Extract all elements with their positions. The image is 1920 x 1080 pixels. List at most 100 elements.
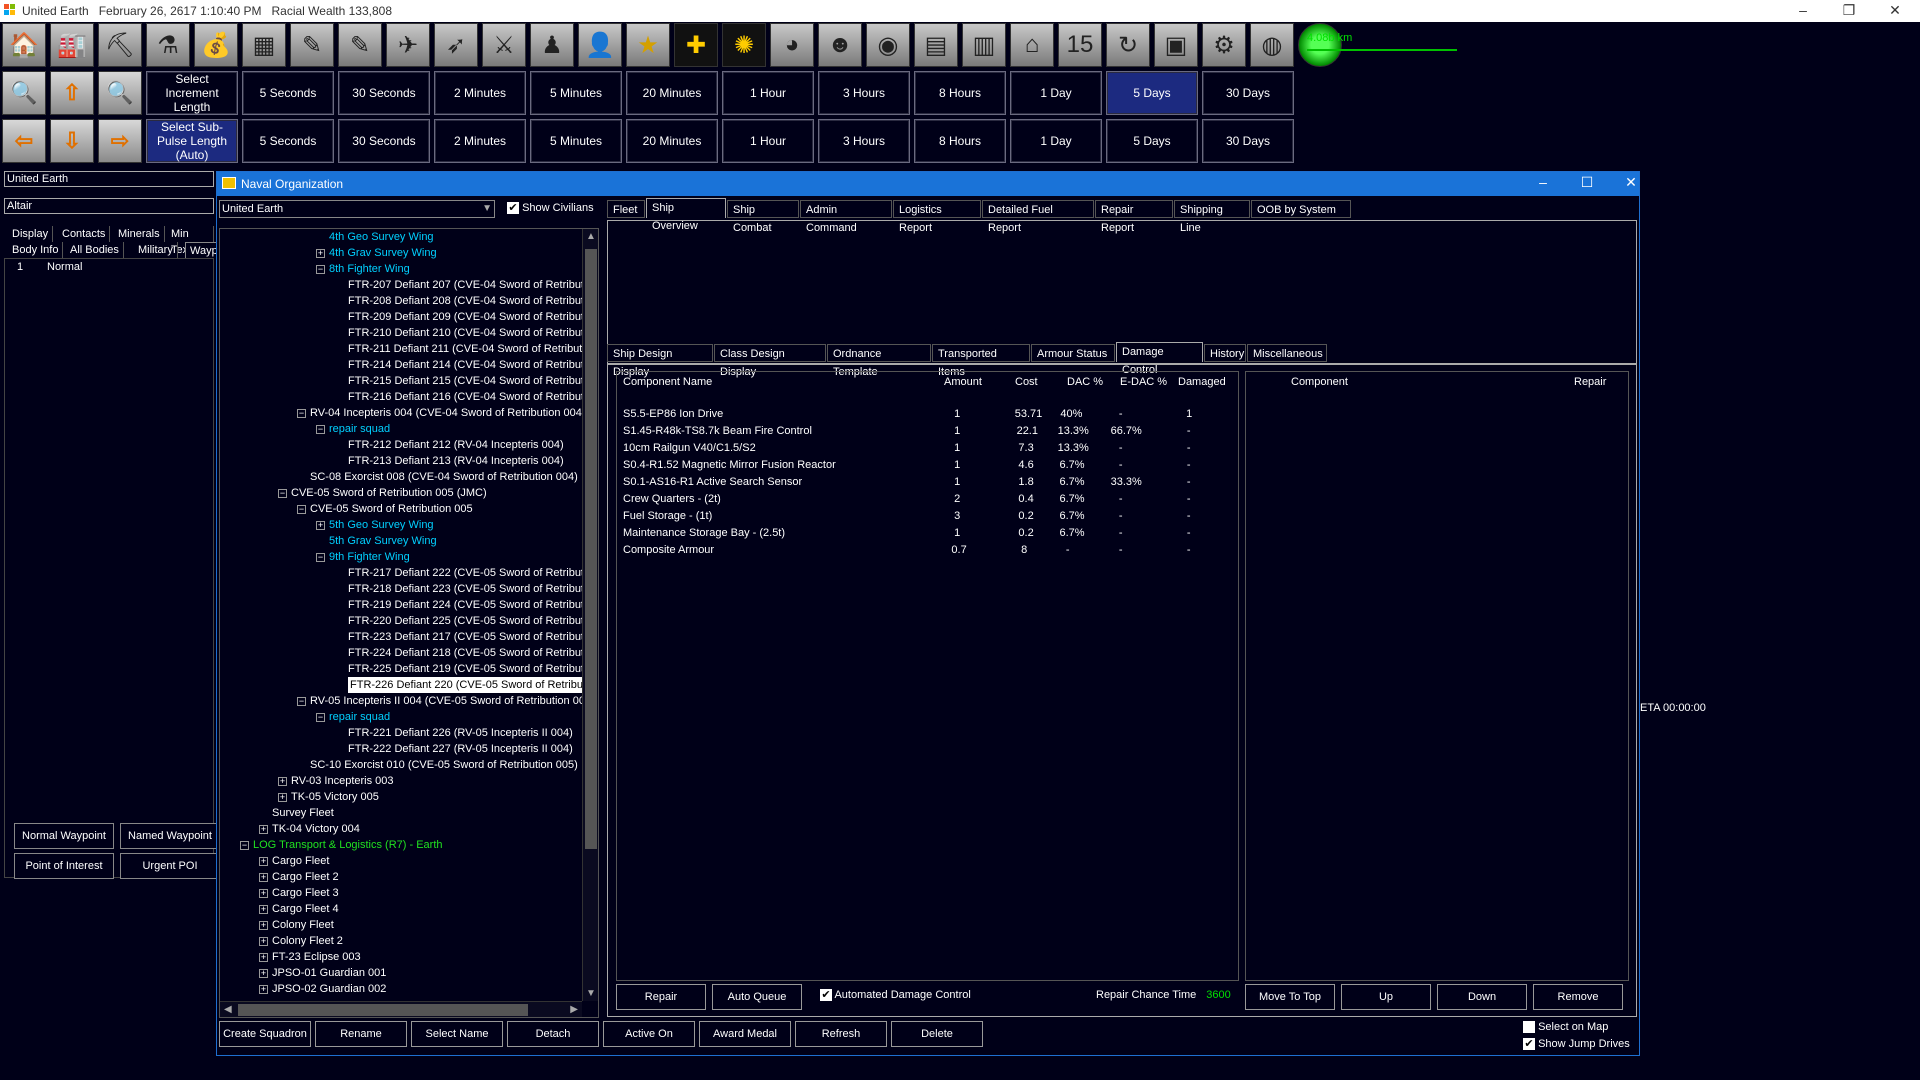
normal-waypoint-button[interactable]: Normal Waypoint bbox=[14, 823, 114, 849]
tree-vscroll-thumb[interactable] bbox=[585, 249, 597, 849]
tab-ordnance-template[interactable]: Ordnance Template bbox=[827, 344, 931, 378]
subpulse-5-seconds-button[interactable]: 5 Seconds bbox=[242, 119, 334, 163]
tree-node[interactable]: FTR-215 Defiant 215 (CVE-04 Sword of Ret… bbox=[348, 373, 598, 389]
collapse-icon[interactable]: − bbox=[316, 712, 325, 722]
collapse-icon[interactable]: − bbox=[316, 264, 325, 274]
pan-left-icon[interactable]: ⇦ bbox=[2, 119, 46, 163]
tree-node[interactable]: FTR-219 Defiant 224 (CVE-05 Sword of Ret… bbox=[348, 597, 598, 613]
industry-icon[interactable]: 🏭 bbox=[50, 23, 94, 67]
tree-node[interactable]: SC-08 Exorcist 008 (CVE-04 Sword of Retr… bbox=[310, 469, 578, 485]
system-field[interactable]: Altair bbox=[4, 198, 214, 214]
naval-maximize-button[interactable]: ☐ bbox=[1567, 174, 1607, 191]
tree-node[interactable]: + TK-05 Victory 005 bbox=[278, 789, 379, 805]
remove-button[interactable]: Remove bbox=[1533, 984, 1623, 1010]
ground-units-icon[interactable]: ▦ bbox=[242, 23, 286, 67]
tree-node[interactable]: −8th Fighter Wing bbox=[316, 261, 410, 277]
table-row[interactable]: 10cm Railgun V40/C1.5/S2 1 7.3 13.3% - - bbox=[617, 440, 1237, 457]
tree-node[interactable]: FTR-212 Defiant 212 (RV-04 Incepteris 00… bbox=[348, 437, 564, 453]
tree-node[interactable]: FTR-218 Defiant 223 (CVE-05 Sword of Ret… bbox=[348, 581, 598, 597]
tab-armour-status[interactable]: Armour Status bbox=[1031, 344, 1115, 362]
tab-logistics-report[interactable]: Logistics Report bbox=[893, 200, 981, 234]
government-icon[interactable]: ⌂ bbox=[1010, 23, 1054, 67]
show-civilians-toggle[interactable]: ✔ Show Civilians bbox=[507, 202, 594, 215]
minimize-button[interactable]: – bbox=[1780, 0, 1826, 22]
increment-3-hours-button[interactable]: 3 Hours bbox=[818, 71, 910, 115]
tab-damage-control[interactable]: Damage Control bbox=[1116, 342, 1203, 376]
subpulse-1-hour-button[interactable]: 1 Hour bbox=[722, 119, 814, 163]
subpulse-30-seconds-button[interactable]: 30 Seconds bbox=[338, 119, 430, 163]
tab-ship-combat[interactable]: Ship Combat bbox=[727, 200, 799, 234]
tree-node[interactable]: − repair squad bbox=[316, 421, 390, 437]
subpulse-5-days-button[interactable]: 5 Days bbox=[1106, 119, 1198, 163]
wealth-icon[interactable]: 💰 bbox=[194, 23, 238, 67]
tree-node[interactable]: 5th Grav Survey Wing bbox=[329, 533, 437, 549]
increment-5-days-button[interactable]: 5 Days bbox=[1106, 71, 1198, 115]
tree-node[interactable]: FTR-209 Defiant 209 (CVE-04 Sword of Ret… bbox=[348, 309, 598, 325]
sector-icon[interactable]: ◉ bbox=[866, 23, 910, 67]
table-row[interactable]: S0.4-R1.52 Magnetic Mirror Fusion Reacto… bbox=[617, 457, 1237, 474]
expand-icon[interactable]: + bbox=[259, 872, 268, 882]
urgent-poi-button[interactable]: Urgent POI bbox=[120, 853, 220, 879]
expand-icon[interactable]: + bbox=[278, 792, 287, 802]
collapse-icon[interactable]: − bbox=[297, 504, 306, 514]
zoom-in-icon[interactable]: 🔍 bbox=[2, 71, 46, 115]
left-tab-all-bodies[interactable]: All Bodies bbox=[66, 242, 124, 258]
tree-node[interactable]: − LOG Transport & Logistics (R7) - Earth bbox=[240, 837, 443, 853]
award-medal-button[interactable]: Award Medal bbox=[699, 1021, 791, 1047]
medals-icon[interactable]: 👤 bbox=[578, 23, 622, 67]
select-on-map-toggle[interactable]: Select on Map bbox=[1523, 1021, 1608, 1034]
subpulse-5-minutes-button[interactable]: 5 Minutes bbox=[530, 119, 622, 163]
expand-icon[interactable]: + bbox=[278, 776, 287, 786]
move-down-button[interactable]: Down bbox=[1437, 984, 1527, 1010]
tree-node[interactable]: + Cargo Fleet 4 bbox=[259, 901, 339, 917]
refresh-button[interactable]: Refresh bbox=[795, 1021, 887, 1047]
tree-node[interactable]: 4th Geo Survey Wing bbox=[329, 229, 434, 245]
tree-node[interactable]: + TK-04 Victory 004 bbox=[259, 821, 360, 837]
collapse-icon[interactable]: − bbox=[297, 696, 306, 706]
scroll-right-icon[interactable]: ▶ bbox=[570, 1004, 578, 1015]
colony-icon[interactable]: 🏠 bbox=[2, 23, 46, 67]
delete-button[interactable]: Delete bbox=[891, 1021, 983, 1047]
show-jump-drives-checkbox[interactable]: ✔ bbox=[1523, 1038, 1535, 1051]
collapse-icon[interactable]: − bbox=[278, 488, 287, 498]
show-jump-drives-toggle[interactable]: ✔ Show Jump Drives bbox=[1523, 1038, 1630, 1051]
tab-admin-command[interactable]: Admin Command bbox=[800, 200, 892, 234]
subpulse-8-hours-button[interactable]: 8 Hours bbox=[914, 119, 1006, 163]
tab-shipping-line[interactable]: Shipping Line bbox=[1174, 200, 1250, 234]
planet-icon[interactable]: ◍ bbox=[1250, 23, 1294, 67]
tree-node[interactable]: + Colony Fleet 2 bbox=[259, 933, 343, 949]
tree-node[interactable]: FTR-222 Defiant 227 (RV-05 Incepteris II… bbox=[348, 741, 573, 757]
scroll-left-icon[interactable]: ◀ bbox=[224, 1004, 232, 1015]
restore-button[interactable]: ❐ bbox=[1826, 0, 1872, 22]
settings-icon[interactable]: ⚙ bbox=[1202, 23, 1246, 67]
intel-icon[interactable]: ▥ bbox=[962, 23, 1006, 67]
left-tab-military[interactable]: Military bbox=[134, 242, 178, 258]
show-civilians-checkbox[interactable]: ✔ bbox=[507, 202, 519, 215]
move-up-button[interactable]: Up bbox=[1341, 984, 1431, 1010]
select-name-button[interactable]: Select Name bbox=[411, 1021, 503, 1047]
tree-node[interactable]: SC-10 Exorcist 010 (CVE-05 Sword of Retr… bbox=[310, 757, 578, 773]
table-row[interactable]: Fuel Storage - (1t) 3 0.2 6.7% - - bbox=[617, 508, 1237, 525]
scroll-down-icon[interactable]: ▼ bbox=[586, 988, 596, 999]
tree-node[interactable]: + FT-23 Eclipse 003 bbox=[259, 949, 361, 965]
tree-node[interactable]: − RV-05 Incepteris II 004 (CVE-05 Sword o… bbox=[297, 693, 595, 709]
tab-history[interactable]: History bbox=[1204, 344, 1246, 362]
calendar-icon[interactable]: 15 bbox=[1058, 23, 1102, 67]
tree-node[interactable]: −9th Fighter Wing bbox=[316, 549, 410, 565]
research-icon[interactable]: ⚗ bbox=[146, 23, 190, 67]
left-tab-body-info[interactable]: Body Info bbox=[8, 242, 64, 258]
class-design-icon[interactable]: ✎ bbox=[338, 23, 382, 67]
zoom-out-icon[interactable]: 🔍 bbox=[98, 71, 142, 115]
expand-icon[interactable]: + bbox=[259, 856, 268, 866]
tree-vertical-scrollbar[interactable]: ▲ ▼ bbox=[582, 229, 598, 1001]
turret-design-icon[interactable]: ➶ bbox=[434, 23, 478, 67]
tree-node[interactable]: − RV-04 Incepteris 004 (CVE-04 Sword of R… bbox=[297, 405, 586, 421]
collapse-icon[interactable]: − bbox=[297, 408, 306, 418]
tree-node[interactable]: FTR-226 Defiant 220 (CVE-05 Sword of Ret… bbox=[348, 677, 598, 693]
tree-node[interactable]: + Cargo Fleet 2 bbox=[259, 869, 339, 885]
tab-repair-report[interactable]: Repair Report bbox=[1095, 200, 1173, 234]
left-tab-display[interactable]: Display bbox=[8, 226, 54, 242]
expand-icon[interactable]: + bbox=[259, 888, 268, 898]
tree-node[interactable]: − CVE-05 Sword of Retribution 005 bbox=[297, 501, 473, 517]
tree-node[interactable]: − CVE-05 Sword of Retribution 005 (JMC) bbox=[278, 485, 487, 501]
